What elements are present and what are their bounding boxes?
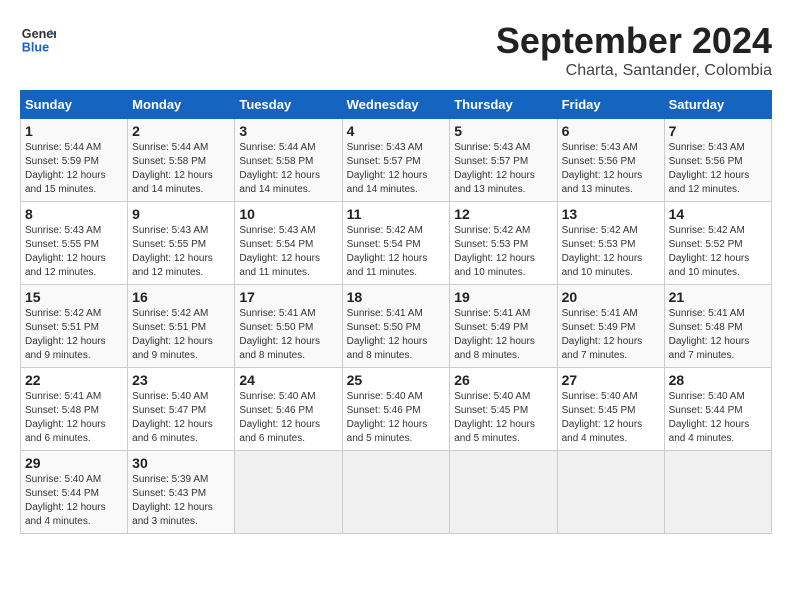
table-row: 8 Sunrise: 5:43 AM Sunset: 5:55 PM Dayli… <box>21 202 128 285</box>
table-row: 10 Sunrise: 5:43 AM Sunset: 5:54 PM Dayl… <box>235 202 342 285</box>
table-row: 12 Sunrise: 5:42 AM Sunset: 5:53 PM Dayl… <box>450 202 557 285</box>
table-row <box>342 451 450 534</box>
title-area: September 2024 Charta, Santander, Colomb… <box>496 20 772 80</box>
svg-text:General: General <box>22 27 56 41</box>
table-row: 6 Sunrise: 5:43 AM Sunset: 5:56 PM Dayli… <box>557 119 664 202</box>
table-row: 3 Sunrise: 5:44 AM Sunset: 5:58 PM Dayli… <box>235 119 342 202</box>
table-row: 25 Sunrise: 5:40 AM Sunset: 5:46 PM Dayl… <box>342 368 450 451</box>
table-row: 20 Sunrise: 5:41 AM Sunset: 5:49 PM Dayl… <box>557 285 664 368</box>
table-row: 24 Sunrise: 5:40 AM Sunset: 5:46 PM Dayl… <box>235 368 342 451</box>
weekday-header-row: Sunday Monday Tuesday Wednesday Thursday… <box>21 91 772 119</box>
table-row: 4 Sunrise: 5:43 AM Sunset: 5:57 PM Dayli… <box>342 119 450 202</box>
table-row: 23 Sunrise: 5:40 AM Sunset: 5:47 PM Dayl… <box>128 368 235 451</box>
header-monday: Monday <box>128 91 235 119</box>
table-row: 26 Sunrise: 5:40 AM Sunset: 5:45 PM Dayl… <box>450 368 557 451</box>
table-row: 16 Sunrise: 5:42 AM Sunset: 5:51 PM Dayl… <box>128 285 235 368</box>
table-row: 30 Sunrise: 5:39 AM Sunset: 5:43 PM Dayl… <box>128 451 235 534</box>
table-row <box>450 451 557 534</box>
table-row: 11 Sunrise: 5:42 AM Sunset: 5:54 PM Dayl… <box>342 202 450 285</box>
header-sunday: Sunday <box>21 91 128 119</box>
table-row: 28 Sunrise: 5:40 AM Sunset: 5:44 PM Dayl… <box>664 368 771 451</box>
svg-text:Blue: Blue <box>22 41 49 55</box>
table-row: 21 Sunrise: 5:41 AM Sunset: 5:48 PM Dayl… <box>664 285 771 368</box>
header-saturday: Saturday <box>664 91 771 119</box>
table-row: 27 Sunrise: 5:40 AM Sunset: 5:45 PM Dayl… <box>557 368 664 451</box>
header-tuesday: Tuesday <box>235 91 342 119</box>
table-row <box>557 451 664 534</box>
logo-icon: General Blue <box>20 20 56 56</box>
header-wednesday: Wednesday <box>342 91 450 119</box>
table-row: 18 Sunrise: 5:41 AM Sunset: 5:50 PM Dayl… <box>342 285 450 368</box>
table-row: 9 Sunrise: 5:43 AM Sunset: 5:55 PM Dayli… <box>128 202 235 285</box>
table-row: 29 Sunrise: 5:40 AM Sunset: 5:44 PM Dayl… <box>21 451 128 534</box>
location-subtitle: Charta, Santander, Colombia <box>496 62 772 80</box>
table-row: 1 Sunrise: 5:44 AM Sunset: 5:59 PM Dayli… <box>21 119 128 202</box>
month-title: September 2024 <box>496 20 772 62</box>
table-row: 5 Sunrise: 5:43 AM Sunset: 5:57 PM Dayli… <box>450 119 557 202</box>
page-header: General Blue September 2024 Charta, Sant… <box>20 20 772 80</box>
logo: General Blue <box>20 20 56 56</box>
table-row: 19 Sunrise: 5:41 AM Sunset: 5:49 PM Dayl… <box>450 285 557 368</box>
table-row: 13 Sunrise: 5:42 AM Sunset: 5:53 PM Dayl… <box>557 202 664 285</box>
table-row: 14 Sunrise: 5:42 AM Sunset: 5:52 PM Dayl… <box>664 202 771 285</box>
calendar-table: Sunday Monday Tuesday Wednesday Thursday… <box>20 90 772 534</box>
table-row: 22 Sunrise: 5:41 AM Sunset: 5:48 PM Dayl… <box>21 368 128 451</box>
table-row: 7 Sunrise: 5:43 AM Sunset: 5:56 PM Dayli… <box>664 119 771 202</box>
table-row: 17 Sunrise: 5:41 AM Sunset: 5:50 PM Dayl… <box>235 285 342 368</box>
header-friday: Friday <box>557 91 664 119</box>
table-row: 2 Sunrise: 5:44 AM Sunset: 5:58 PM Dayli… <box>128 119 235 202</box>
table-row: 15 Sunrise: 5:42 AM Sunset: 5:51 PM Dayl… <box>21 285 128 368</box>
header-thursday: Thursday <box>450 91 557 119</box>
table-row <box>235 451 342 534</box>
table-row <box>664 451 771 534</box>
